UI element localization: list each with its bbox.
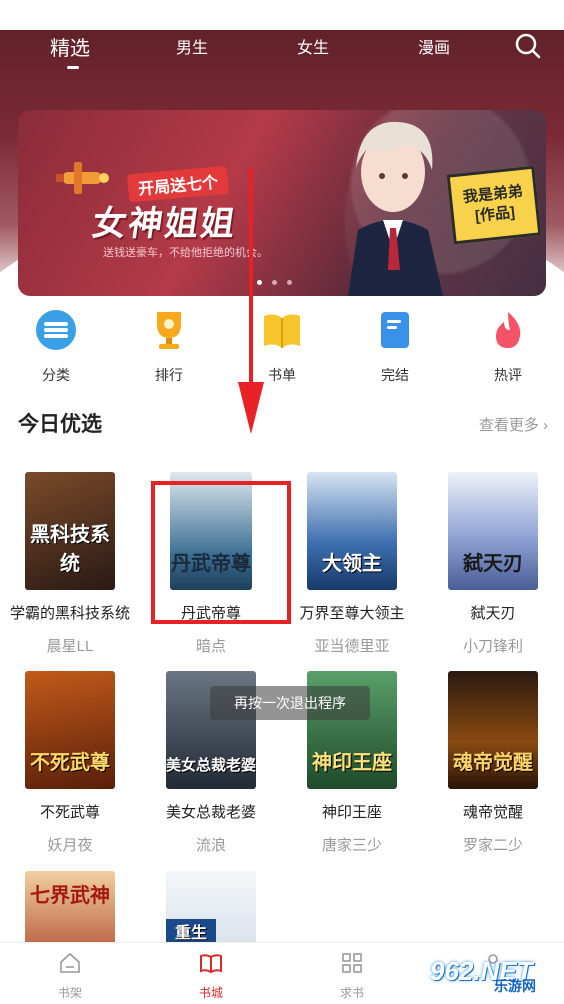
quick-ranking[interactable]: 排行 — [129, 308, 209, 385]
book-author: 小刀锋利 — [462, 638, 523, 655]
promo-banner[interactable]: 开局送七个 女神姐姐 送钱送豪车，不给他拒绝的机会。 我是弟弟 [作品] — [18, 110, 546, 296]
book-cover: 弑天刃 — [448, 472, 538, 590]
book-cover: 大领主 — [307, 472, 397, 590]
hot-comment-icon — [496, 312, 521, 348]
book-title: 不死武尊 — [39, 804, 100, 821]
book-title: 学霸的黑科技系统 — [9, 605, 130, 622]
category-icon — [36, 310, 76, 350]
channel-tabs: 精选 男生 女生 漫画 — [0, 30, 564, 90]
open-book-icon — [200, 954, 222, 974]
exit-toast: 再按一次退出程序 — [210, 686, 370, 720]
nav-request-book[interactable]: 求书 — [312, 951, 392, 1001]
quick-category[interactable]: 分类 — [16, 308, 96, 385]
search-icon[interactable] — [514, 32, 542, 60]
section-title: 今日优选 — [18, 413, 102, 436]
book-title: 美女总裁老婆 — [165, 804, 256, 821]
status-bar — [0, 0, 564, 30]
book-card[interactable]: 魂帝觉醒 魂帝觉醒 罗家二少 — [423, 671, 563, 855]
section-header: 今日优选 查看更多 › — [18, 408, 548, 438]
quick-entries: 分类 排行 书单 完结 热评 — [0, 308, 564, 388]
banner-badge: 我是弟弟 [作品] — [446, 165, 542, 245]
watermark-logo: 962.NET 乐游网 — [430, 956, 536, 994]
book-title: 神印王座 — [321, 804, 382, 821]
book-author: 亚当德里亚 — [314, 638, 390, 655]
grid-icon — [342, 953, 362, 973]
book-title: 魂帝觉醒 — [462, 804, 523, 821]
view-more-link[interactable]: 查看更多 › — [479, 414, 548, 435]
tab-featured[interactable]: 精选 — [50, 32, 90, 61]
book-author: 妖月夜 — [47, 837, 93, 854]
quick-finished[interactable]: 完结 — [355, 308, 435, 385]
book-card[interactable]: 弑天刃 弑天刃 小刀锋利 — [423, 472, 563, 656]
book-card[interactable]: 大领主 万界至尊大领主 亚当德里亚 — [282, 472, 422, 656]
finished-icon — [381, 312, 409, 348]
down-arrow-icon — [238, 168, 264, 434]
book-author: 唐家三少 — [321, 837, 382, 854]
highlight-box — [151, 481, 291, 624]
book-cover: 不死武尊 — [25, 671, 115, 789]
tab-comic[interactable]: 漫画 — [418, 34, 450, 58]
tab-female[interactable]: 女生 — [297, 34, 329, 58]
book-author: 暗点 — [195, 638, 226, 655]
book-card[interactable]: 黑科技系统 学霸的黑科技系统 晨星LL — [0, 472, 140, 656]
tab-indicator — [67, 66, 79, 69]
nav-bookstore[interactable]: 书城 — [171, 951, 251, 1001]
quick-hot-comments[interactable]: 热评 — [468, 308, 548, 385]
plane-icon — [56, 162, 109, 194]
book-author: 罗家二少 — [462, 837, 523, 854]
nav-bookshelf[interactable]: 书架 — [30, 951, 110, 1001]
book-list-icon — [264, 314, 300, 348]
book-title: 弑天刃 — [470, 605, 516, 622]
trophy-icon — [157, 312, 181, 349]
home-icon — [60, 952, 80, 973]
book-cover: 黑科技系统 — [25, 472, 115, 590]
tab-male[interactable]: 男生 — [176, 34, 208, 58]
banner-headline: 女神姐姐 — [89, 205, 240, 243]
book-card[interactable]: 不死武尊 不死武尊 妖月夜 — [0, 671, 140, 855]
book-author: 流浪 — [195, 837, 226, 854]
book-author: 晨星LL — [46, 638, 94, 655]
book-title: 万界至尊大领主 — [299, 605, 405, 622]
book-cover: 魂帝觉醒 — [448, 671, 538, 789]
